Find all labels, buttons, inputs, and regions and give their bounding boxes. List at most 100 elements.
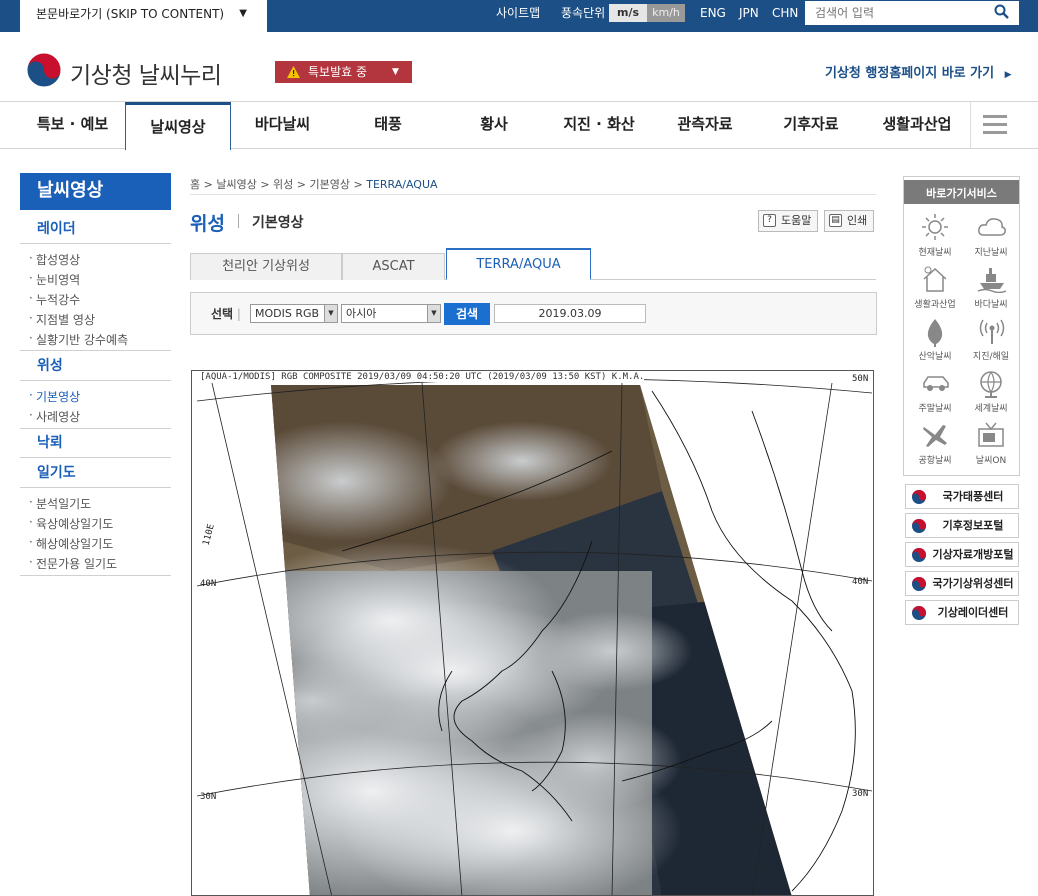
breadcrumb-home[interactable]: 홈 <box>190 178 200 191</box>
house-icon <box>923 266 947 292</box>
breadcrumb-divider <box>190 194 876 195</box>
lnb-divider <box>20 575 171 576</box>
lnb-weather-map-item[interactable]: 전문가용 일기도 <box>29 555 117 572</box>
banner-open-data-portal[interactable]: 기상자료개방포털 <box>905 542 1019 567</box>
shortcut-world-weather[interactable]: 세계날씨 <box>962 367 1020 419</box>
satellite-map: 40N 40N 30N 30N 50N 110E <box>196 374 873 895</box>
date-field[interactable]: 2019.03.09 <box>494 304 646 323</box>
search-form: 선택 | MODIS RGB ▼ 아시아 ▼ 검색 2019.03.09 <box>190 292 877 335</box>
banner-label: 국가기상위성센터 <box>932 577 1014 590</box>
shortcut-earthquake[interactable]: 지진/해일 <box>962 315 1020 367</box>
lat-label-50n: 50N <box>852 374 868 384</box>
nav-forecast[interactable]: 특보 · 예보 <box>20 102 125 148</box>
shortcut-weekend-weather[interactable]: 주말날씨 <box>906 367 964 419</box>
shortcut-label: 산악날씨 <box>918 352 952 362</box>
satellite-image[interactable]: [AQUA-1/MODIS] RGB COMPOSITE 2019/03/09 … <box>191 370 874 896</box>
tree-icon <box>927 319 943 347</box>
search-button[interactable]: 검색 <box>444 303 490 325</box>
lnb-weather-map-item[interactable]: 분석일기도 <box>29 495 91 512</box>
shortcut-life-industry[interactable]: 생활과산업 <box>906 263 964 315</box>
banner-typhoon-center[interactable]: 국가태풍센터 <box>905 484 1019 509</box>
nav-earthquake-volcano[interactable]: 지진 · 화산 <box>546 102 652 148</box>
lnb-weather-map-item[interactable]: 육상예상일기도 <box>29 515 113 532</box>
help-button[interactable]: ? 도움말 <box>758 210 818 232</box>
title-separator <box>238 214 239 228</box>
signal-tower-icon <box>979 319 1005 344</box>
warning-icon <box>287 61 300 85</box>
help-label: 도움말 <box>781 214 812 227</box>
nav-observation[interactable]: 관측자료 <box>652 102 758 148</box>
skip-to-content-dropdown[interactable]: 본문바로가기 (SKIP TO CONTENT) ▼ <box>20 0 267 32</box>
banner-radar-center[interactable]: 기상레이더센터 <box>905 600 1019 625</box>
shortcut-weather-on[interactable]: 날씨ON <box>962 419 1020 471</box>
lnb-lightning[interactable]: 낙뢰 <box>20 428 171 458</box>
banner-label: 기후정보포털 <box>942 519 1004 532</box>
breadcrumb-item[interactable]: 날씨영상 <box>216 178 256 191</box>
lnb-satellite[interactable]: 위성 <box>20 351 171 381</box>
lnb-weather-map-item[interactable]: 해상예상일기도 <box>29 535 113 552</box>
banner-label: 기상자료개방포털 <box>932 548 1014 561</box>
shortcut-services-panel: 바로가기서비스 현재날씨 지난날씨 생활과산업 바다날씨 산악날씨 지진/해일 … <box>903 176 1020 476</box>
region-select[interactable]: 아시아 ▼ <box>341 304 441 323</box>
main-navigation: 특보 · 예보 날씨영상 바다날씨 태풍 황사 지진 · 화산 관측자료 기후자… <box>0 102 1038 150</box>
shortcut-label: 현재날씨 <box>918 248 952 258</box>
lnb-satellite-basic[interactable]: 기본영상 <box>29 388 80 405</box>
shortcut-current-weather[interactable]: 현재날씨 <box>906 211 964 263</box>
tab-ascat[interactable]: ASCAT <box>342 253 445 280</box>
lon-label-110e: 110E <box>202 523 217 547</box>
shortcut-label: 세계날씨 <box>974 404 1008 414</box>
lnb-radar-item[interactable]: 실황기반 강수예측 <box>29 331 128 348</box>
print-button[interactable]: ▤ 인쇄 <box>824 210 874 232</box>
unit-kmh-button[interactable]: km/h <box>647 4 685 22</box>
breadcrumb-item[interactable]: 기본영상 <box>310 178 350 191</box>
wind-unit-label: 풍속단위 <box>561 6 606 20</box>
banner-satellite-center[interactable]: 국가기상위성센터 <box>905 571 1019 596</box>
nav-marine-weather[interactable]: 바다날씨 <box>231 102 334 148</box>
site-logo-text[interactable]: 기상청 날씨누리 <box>70 56 222 90</box>
nav-life-industry[interactable]: 생활과산업 <box>864 102 970 148</box>
lang-chn-link[interactable]: CHN <box>772 0 798 28</box>
search-box <box>805 1 1019 25</box>
search-input[interactable] <box>815 4 985 22</box>
unit-ms-button[interactable]: m/s <box>617 4 639 22</box>
region-select-value: 아시아 <box>346 307 377 320</box>
lang-eng-link[interactable]: ENG <box>700 0 726 28</box>
nav-yellow-dust[interactable]: 황사 <box>442 102 546 148</box>
shortcut-past-weather[interactable]: 지난날씨 <box>962 211 1020 263</box>
lnb-radar-item[interactable]: 누적강수 <box>29 291 80 308</box>
banner-climate-portal[interactable]: 기후정보포털 <box>905 513 1019 538</box>
lnb-radar-item[interactable]: 지점별 영상 <box>29 311 95 328</box>
breadcrumb-item[interactable]: 위성 <box>273 178 293 191</box>
nav-typhoon[interactable]: 태풍 <box>334 102 442 148</box>
shortcut-mountain-weather[interactable]: 산악날씨 <box>906 315 964 367</box>
breadcrumb: 홈 > 날씨영상 > 위성 > 기본영상 > TERRA/AQUA <box>190 178 438 191</box>
sitemap-link[interactable]: 사이트맵 <box>496 0 540 28</box>
chevron-down-icon: ▼ <box>324 305 337 322</box>
lnb-radar-item[interactable]: 합성영상 <box>29 251 80 268</box>
menu-icon[interactable] <box>983 115 1007 135</box>
lnb-title: 날씨영상 <box>20 173 171 210</box>
nav-climate[interactable]: 기후자료 <box>758 102 864 148</box>
banner-label: 기상레이더센터 <box>937 606 1009 619</box>
car-icon <box>923 376 949 391</box>
lnb-radar[interactable]: 레이더 <box>20 214 171 244</box>
print-label: 인쇄 <box>847 214 868 227</box>
chevron-down-icon: ▼ <box>427 305 440 322</box>
banner-label: 국가태풍센터 <box>942 490 1004 503</box>
kma-logo-icon[interactable] <box>26 52 62 88</box>
tab-terra-aqua[interactable]: TERRA/AQUA <box>446 248 591 280</box>
cloud-icon <box>978 218 1006 236</box>
shortcut-airport-weather[interactable]: 공항날씨 <box>906 419 964 471</box>
admin-homepage-link[interactable]: 기상청 행정홈페이지 바로 가기 ▶ <box>825 62 1012 81</box>
lnb-radar-item[interactable]: 눈비영역 <box>29 271 80 288</box>
nav-weather-images[interactable]: 날씨영상 <box>125 102 231 150</box>
shortcut-marine-weather[interactable]: 바다날씨 <box>962 263 1020 315</box>
lnb-weather-map[interactable]: 일기도 <box>20 458 171 488</box>
search-icon[interactable] <box>994 4 1009 19</box>
tab-coms[interactable]: 천리안 기상위성 <box>190 253 342 280</box>
lnb-satellite-case[interactable]: 사례영상 <box>29 408 80 425</box>
lang-jpn-link[interactable]: JPN <box>739 0 759 28</box>
active-warning-dropdown[interactable]: 특보발효 중 ▼ <box>275 61 412 83</box>
select-label: 선택 | <box>211 307 241 321</box>
product-select[interactable]: MODIS RGB ▼ <box>250 304 338 323</box>
